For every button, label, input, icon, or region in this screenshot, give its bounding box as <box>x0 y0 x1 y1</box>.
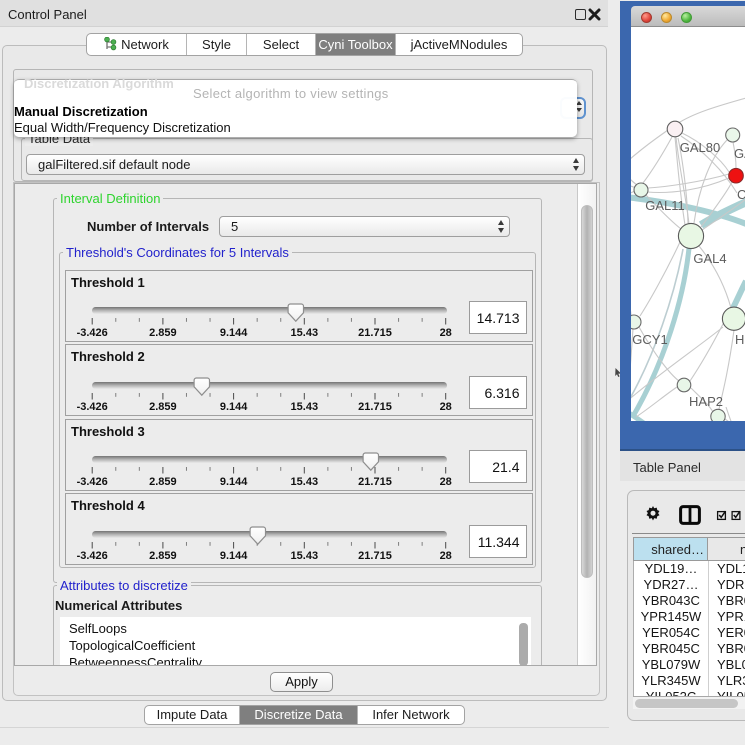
svg-text:GA: GA <box>734 146 745 161</box>
svg-text:H: H <box>735 332 744 347</box>
svg-text:HAP2: HAP2 <box>689 394 723 409</box>
svg-text:GAL4: GAL4 <box>693 251 726 266</box>
svg-text:GCY1: GCY1 <box>632 332 667 347</box>
svg-text:C: C <box>737 187 745 202</box>
svg-text:GAL80: GAL80 <box>680 140 720 155</box>
svg-text:GAL11: GAL11 <box>645 198 685 213</box>
